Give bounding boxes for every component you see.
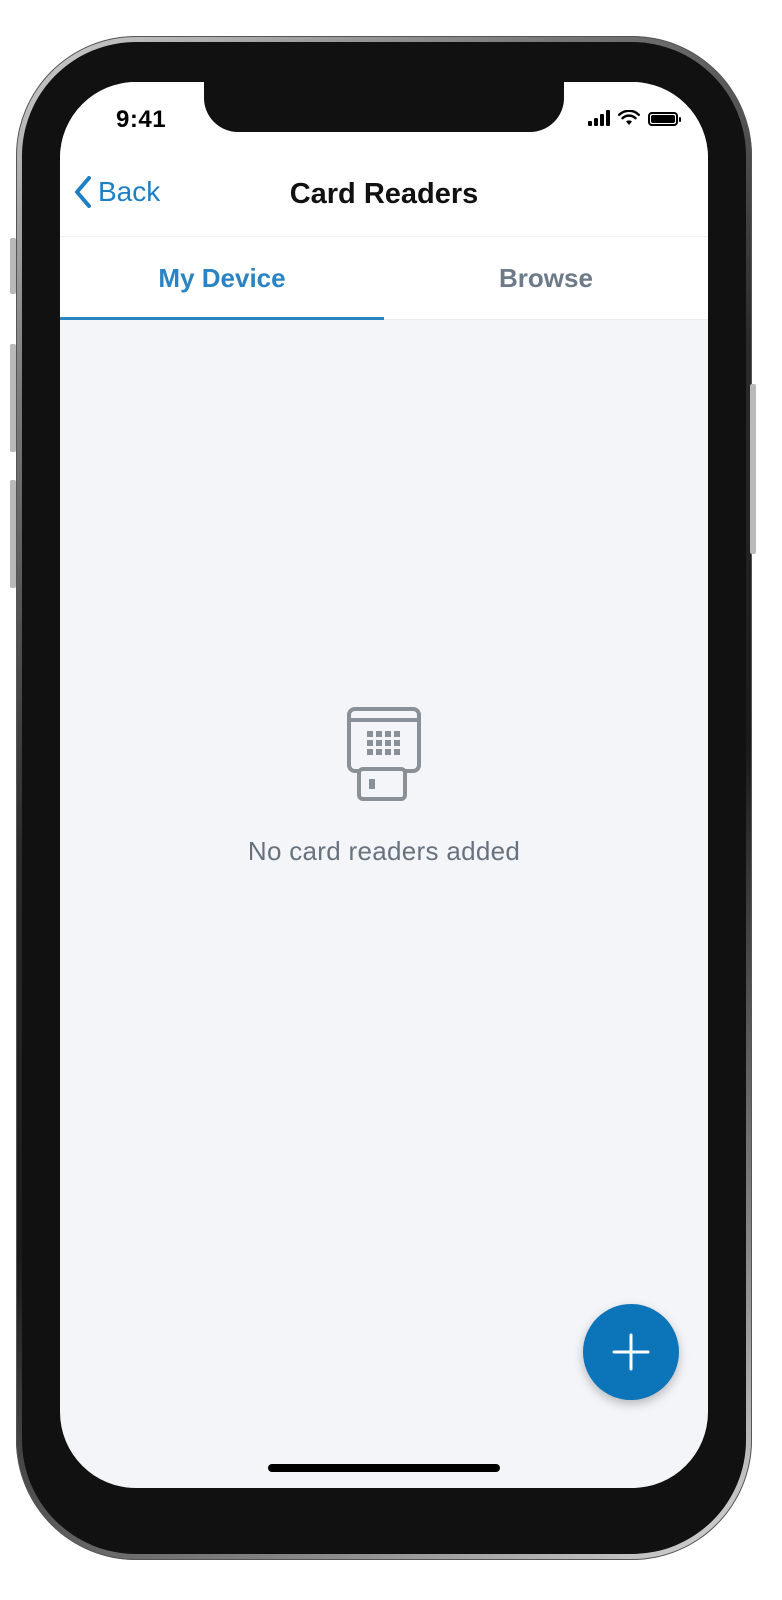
mute-switch: [10, 238, 16, 294]
page-title: Card Readers: [289, 178, 479, 210]
tab-my-device-label: My Device: [158, 262, 286, 293]
status-icons: [588, 110, 681, 126]
wifi-icon: [618, 110, 640, 125]
volume-up-button: [10, 344, 16, 452]
empty-state: No card readers added: [60, 706, 708, 867]
tab-browse-label: Browse: [499, 262, 593, 293]
signal-icon: [588, 110, 610, 126]
active-tab-indicator: [60, 317, 384, 320]
volume-down-button: [10, 480, 16, 588]
plus-icon: [612, 1333, 650, 1371]
notch: [204, 82, 564, 132]
tab-browse[interactable]: Browse: [384, 237, 708, 319]
empty-state-message: No card readers added: [247, 836, 521, 866]
battery-icon: [648, 112, 681, 126]
add-card-reader-button[interactable]: [583, 1304, 679, 1400]
status-time: 9:41: [116, 106, 167, 133]
tab-bar: My Device Browse: [60, 237, 708, 320]
navigation-bar: Back Card Readers: [60, 152, 708, 237]
card-reader-icon: [347, 707, 421, 801]
home-indicator[interactable]: [268, 1464, 500, 1472]
app-screen: 9:41 Back Card Readers My Device Browse …: [60, 82, 708, 1488]
tab-my-device[interactable]: My Device: [60, 237, 384, 320]
power-button: [750, 384, 756, 554]
